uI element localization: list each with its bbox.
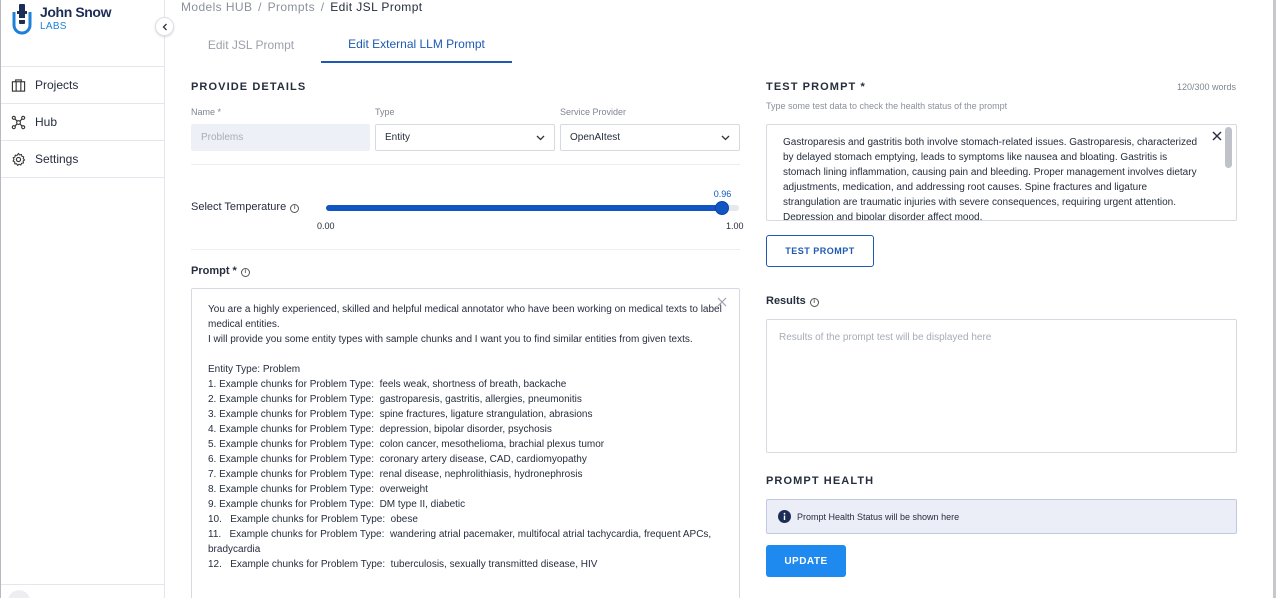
prompt-health-message: Prompt Health Status will be shown here xyxy=(797,511,960,522)
results-placeholder: Results of the prompt test will be displ… xyxy=(779,332,992,343)
collapse-sidebar-button[interactable] xyxy=(155,17,174,36)
sidebar-footer-divider xyxy=(1,584,165,585)
info-icon[interactable]: i xyxy=(290,204,300,213)
results-label: Results i xyxy=(766,295,819,307)
temperature-label: Select Temperature i xyxy=(191,201,300,213)
prompt-health-status: Prompt Health Status will be shown here xyxy=(766,499,1237,534)
temperature-slider[interactable] xyxy=(326,201,739,215)
brand-name: John Snow xyxy=(40,4,112,20)
type-select[interactable]: Entity xyxy=(375,124,555,151)
sidebar-item-label: Settings xyxy=(35,152,79,166)
breadcrumb-current: Edit JSL Prompt xyxy=(330,0,423,14)
info-icon[interactable]: i xyxy=(240,268,250,277)
projects-icon xyxy=(11,78,26,92)
temperature-slider-fill xyxy=(326,205,723,211)
test-prompt-subtitle: Type some test data to check the health … xyxy=(766,101,1008,111)
temperature-label-text: Select Temperature xyxy=(191,201,287,213)
chevron-left-icon xyxy=(162,23,167,30)
temperature-value: 0.96 xyxy=(713,189,732,199)
breadcrumb-separator: / xyxy=(258,0,262,14)
name-field[interactable]: Problems xyxy=(191,124,370,151)
provide-details-title: PROVIDE DETAILS xyxy=(191,81,307,93)
type-select-value: Entity xyxy=(385,132,411,143)
sidebar-item-label: Hub xyxy=(35,115,58,129)
sidebar-item-settings[interactable]: Settings xyxy=(1,141,165,178)
prompt-tabs: Edit JSL Prompt Edit External LLM Prompt xyxy=(181,27,512,63)
prompt-textarea[interactable]: You are a highly experienced, skilled an… xyxy=(191,288,740,598)
temperature-slider-handle[interactable] xyxy=(715,201,730,215)
tab-edit-jsl-prompt[interactable]: Edit JSL Prompt xyxy=(181,27,321,63)
service-provider-label: Service Provider xyxy=(560,107,627,117)
prompt-label: Prompt * i xyxy=(191,265,250,277)
prompt-health-title: PROMPT HEALTH xyxy=(766,475,875,487)
test-prompt-title: TEST PROMPT * xyxy=(766,81,866,93)
temperature-max-label: 1.00 xyxy=(726,221,744,231)
gear-icon xyxy=(12,152,26,166)
prompt-text: You are a highly experienced, skilled an… xyxy=(208,304,722,570)
test-prompt-scrollbar[interactable] xyxy=(1225,127,1232,168)
john-snow-labs-logo-icon xyxy=(12,4,32,35)
breadcrumb: Models HUB / Prompts / Edit JSL Prompt xyxy=(181,0,423,14)
brand-subname: LABS xyxy=(40,21,67,32)
details-divider xyxy=(191,164,740,165)
type-label: Type xyxy=(375,107,395,117)
clear-icon[interactable] xyxy=(717,297,727,307)
name-label: Name * xyxy=(191,107,222,117)
chevron-down-icon xyxy=(536,135,545,141)
temperature-divider xyxy=(191,249,740,250)
test-prompt-text: Gastroparesis and gastritis both involve… xyxy=(783,137,1198,221)
name-field-value: Problems xyxy=(201,132,244,143)
close-icon[interactable] xyxy=(1212,131,1222,141)
update-button[interactable]: UPDATE xyxy=(766,545,846,577)
tab-edit-external-llm-prompt[interactable]: Edit External LLM Prompt xyxy=(321,27,512,63)
breadcrumb-item-models-hub[interactable]: Models HUB xyxy=(181,0,252,14)
word-count: 120/300 words xyxy=(1176,82,1236,92)
results-label-text: Results xyxy=(766,295,806,307)
hub-icon xyxy=(11,115,26,129)
test-prompt-button[interactable]: TEST PROMPT xyxy=(766,235,874,267)
sidebar-item-hub[interactable]: Hub xyxy=(1,104,165,141)
sidebar-nav: Projects Hub Settings xyxy=(1,66,165,178)
service-provider-value: OpenAItest xyxy=(570,132,621,143)
results-box: Results of the prompt test will be displ… xyxy=(766,319,1237,453)
info-icon[interactable]: i xyxy=(809,298,819,307)
avatar[interactable] xyxy=(8,590,30,598)
service-provider-select[interactable]: OpenAItest xyxy=(560,124,740,151)
sidebar-item-projects[interactable]: Projects xyxy=(1,67,165,104)
sidebar-item-label: Projects xyxy=(35,78,79,92)
breadcrumb-separator: / xyxy=(320,0,325,14)
info-icon xyxy=(778,510,791,523)
test-prompt-textarea[interactable]: Gastroparesis and gastritis both involve… xyxy=(766,124,1237,221)
chevron-down-icon xyxy=(721,135,730,141)
sidebar: John Snow LABS Projects Hub Settings xyxy=(1,0,165,598)
temperature-min-label: 0.00 xyxy=(317,221,335,231)
prompt-label-text: Prompt * xyxy=(191,265,237,277)
brand-logo[interactable]: John Snow LABS xyxy=(11,3,111,36)
breadcrumb-item-prompts[interactable]: Prompts xyxy=(268,0,315,14)
